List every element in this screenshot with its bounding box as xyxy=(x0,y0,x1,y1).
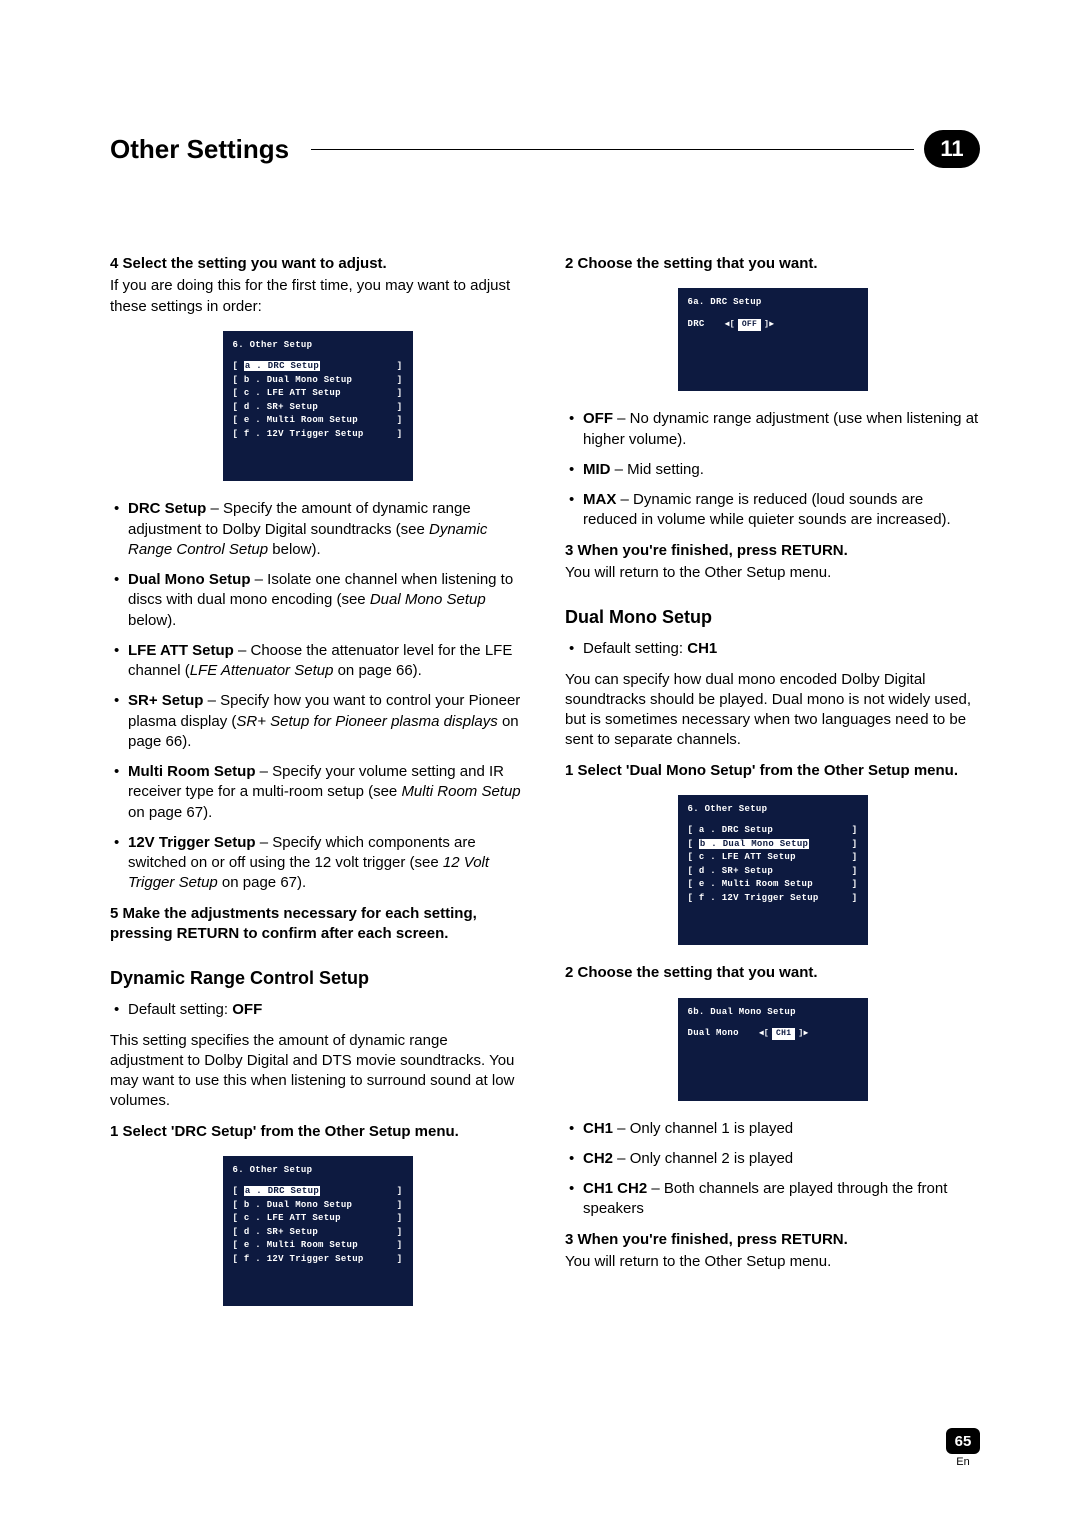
chapter-header: Other Settings 11 xyxy=(110,130,980,168)
page-footer: 65 En xyxy=(946,1428,980,1468)
dm-step3-note: You will return to the Other Setup menu. xyxy=(565,1252,980,1272)
left-column: 4 Select the setting you want to adjust.… xyxy=(110,248,525,1324)
list-item: DRC Setup – Specify the amount of dynami… xyxy=(110,499,525,560)
dm-step2-label: 2 Choose the setting that you want. xyxy=(565,964,818,981)
osd-title: 6. Other Setup xyxy=(233,1164,403,1178)
right-column: 2 Choose the setting that you want. 6a. … xyxy=(565,248,980,1324)
drc-options: OFF – No dynamic range adjustment (use w… xyxy=(565,409,980,530)
step4-label: 4 Select the setting you want to adjust. xyxy=(110,255,387,272)
step3-label: 3 When you're finished, press RETURN. xyxy=(565,542,848,559)
list-item: LFE ATT Setup – Choose the attenuator le… xyxy=(110,641,525,682)
dm-step3-label: 3 When you're finished, press RETURN. xyxy=(565,1231,848,1248)
dm-default: Default setting: CH1 xyxy=(565,639,980,659)
osd-value: OFF xyxy=(738,319,761,331)
list-item: CH1 CH2 – Both channels are played throu… xyxy=(565,1179,980,1220)
drc-paragraph: This setting specifies the amount of dyn… xyxy=(110,1031,525,1112)
osd-dualmono-setup: 6b. Dual Mono Setup Dual Mono ◀[ CH1 ]▶ xyxy=(678,998,868,1101)
list-item: CH2 – Only channel 2 is played xyxy=(565,1149,980,1169)
step5-label: 5 Make the adjustments necessary for eac… xyxy=(110,905,477,942)
drc-heading: Dynamic Range Control Setup xyxy=(110,966,525,990)
header-rule xyxy=(311,149,914,150)
drc-step1-label: 1 Select 'DRC Setup' from the Other Setu… xyxy=(110,1123,459,1140)
list-item: Dual Mono Setup – Isolate one channel wh… xyxy=(110,570,525,631)
osd-title: 6a. DRC Setup xyxy=(688,296,858,310)
osd-other-setup-1: 6. Other Setup [ a . DRC Setup] [ b . Du… xyxy=(223,331,413,482)
step2-label: 2 Choose the setting that you want. xyxy=(565,255,818,272)
osd-title: 6. Other Setup xyxy=(688,803,858,817)
chapter-number-badge: 11 xyxy=(924,130,980,168)
list-item: CH1 – Only channel 1 is played xyxy=(565,1119,980,1139)
setup-descriptions: DRC Setup – Specify the amount of dynami… xyxy=(110,499,525,893)
osd-value: CH1 xyxy=(772,1028,795,1040)
dm-step1-label: 1 Select 'Dual Mono Setup' from the Othe… xyxy=(565,762,958,779)
osd-param: DRC xyxy=(688,318,705,332)
chapter-title: Other Settings xyxy=(110,134,289,165)
page-number-badge: 65 xyxy=(946,1428,980,1454)
step3-note: You will return to the Other Setup menu. xyxy=(565,563,980,583)
osd-other-setup-2: 6. Other Setup [ a . DRC Setup] [ b . Du… xyxy=(223,1156,413,1307)
osd-title: 6. Other Setup xyxy=(233,339,403,353)
list-item: Multi Room Setup – Specify your volume s… xyxy=(110,762,525,823)
osd-drc-setup: 6a. DRC Setup DRC ◀[ OFF ]▶ xyxy=(678,288,868,391)
drc-default: Default setting: OFF xyxy=(110,1000,525,1020)
osd-other-setup-3: 6. Other Setup [ a . DRC Setup] [ b . Du… xyxy=(678,795,868,946)
osd-title: 6b. Dual Mono Setup xyxy=(688,1006,858,1020)
page-language: En xyxy=(946,1456,980,1468)
list-item: MAX – Dynamic range is reduced (loud sou… xyxy=(565,490,980,531)
list-item: OFF – No dynamic range adjustment (use w… xyxy=(565,409,980,450)
dm-options: CH1 – Only channel 1 is played CH2 – Onl… xyxy=(565,1119,980,1220)
step4-note: If you are doing this for the first time… xyxy=(110,276,525,317)
dualmono-heading: Dual Mono Setup xyxy=(565,605,980,629)
list-item: MID – Mid setting. xyxy=(565,460,980,480)
list-item: 12V Trigger Setup – Specify which compon… xyxy=(110,833,525,894)
dm-paragraph: You can specify how dual mono encoded Do… xyxy=(565,670,980,751)
list-item: SR+ Setup – Specify how you want to cont… xyxy=(110,691,525,752)
osd-param: Dual Mono xyxy=(688,1027,739,1041)
